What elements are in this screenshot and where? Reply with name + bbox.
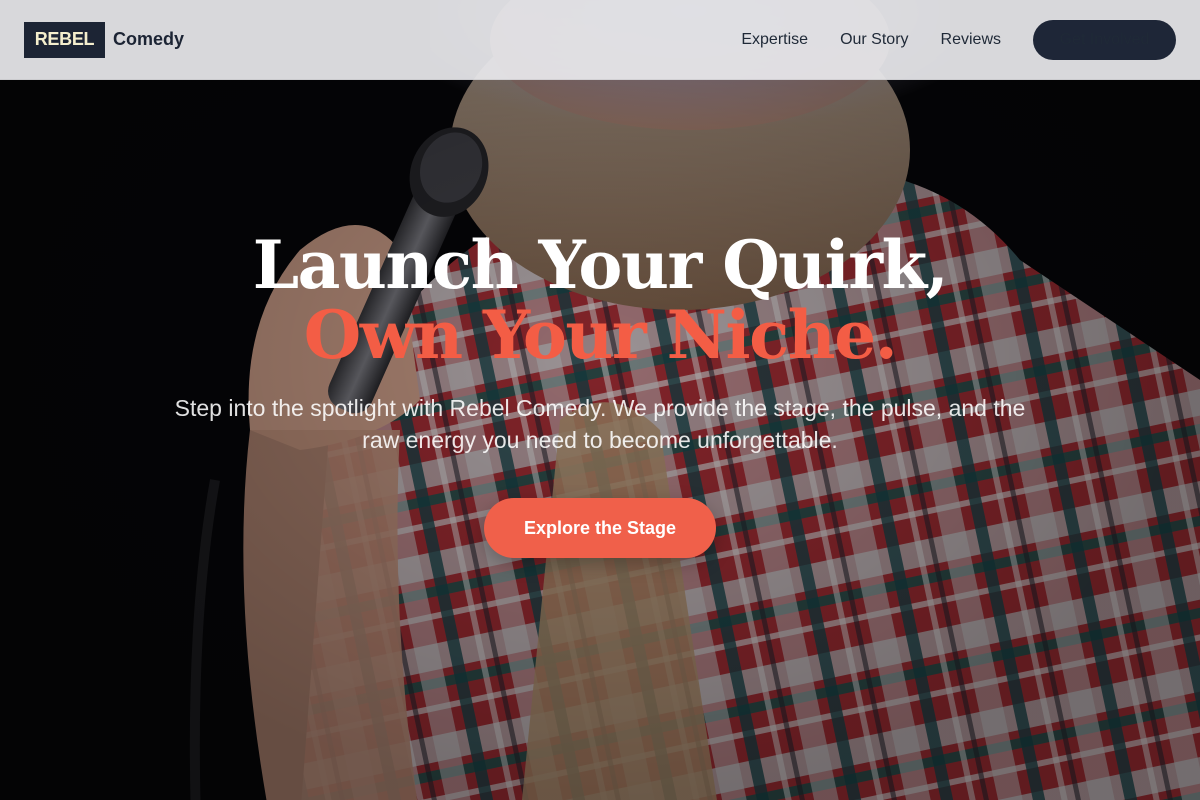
nav-link-expertise[interactable]: Expertise — [741, 31, 808, 49]
page: REBEL Comedy Expertise Our Story Reviews… — [0, 0, 1200, 800]
nav-link-our-story[interactable]: Our Story — [840, 31, 908, 49]
site-header: REBEL Comedy Expertise Our Story Reviews… — [0, 0, 1200, 80]
brand-name: Comedy — [113, 29, 185, 49]
nav-link-reviews[interactable]: Reviews — [941, 31, 1001, 49]
get-involved-button[interactable]: Get Involved — [1033, 19, 1176, 60]
headline-line-2: Own Your Niche. — [303, 296, 898, 374]
explore-the-stage-button[interactable]: Explore the Stage — [484, 498, 716, 558]
main-nav: Expertise Our Story Reviews Get Involved — [741, 19, 1176, 60]
headline-line-1: Launch Your Quirk, — [252, 226, 949, 304]
hero-section: Launch Your Quirk, Own Your Niche. Step … — [0, 230, 1200, 558]
brand-box: REBEL — [24, 21, 105, 58]
hero-headline: Launch Your Quirk, Own Your Niche. — [0, 230, 1200, 370]
hero-subtext: Step into the spotlight with Rebel Comed… — [174, 395, 1026, 453]
brand-logo[interactable]: REBEL Comedy — [24, 21, 185, 58]
